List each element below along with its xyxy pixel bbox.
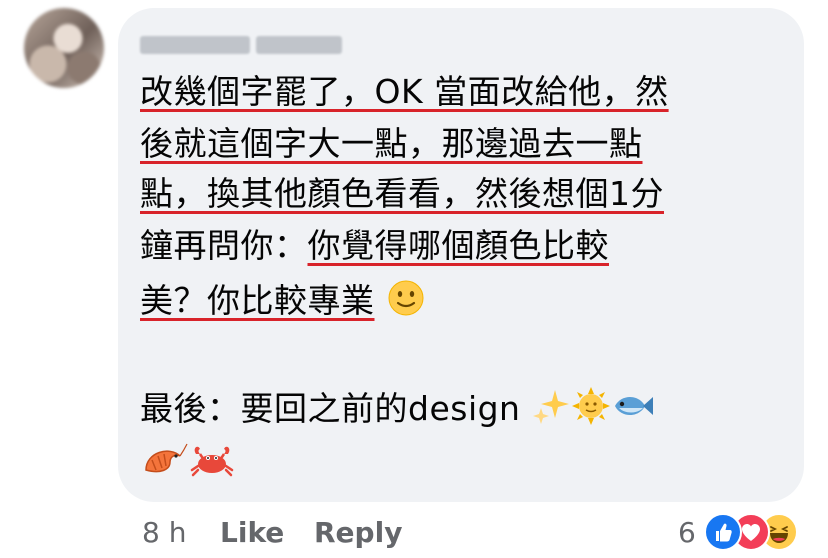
comment-line-4: 鐘再問你：你覺得哪個顏色比較 — [140, 226, 609, 266]
comment-timestamp[interactable]: 8 h — [142, 516, 186, 550]
author-first-name-blur — [140, 36, 250, 54]
shrimp-icon — [140, 440, 188, 489]
slightly-smiling-face-icon — [386, 278, 426, 327]
comment-line-3-text: 點，換其他顏色看看，然後想個1分 — [140, 174, 664, 213]
reaction-summary[interactable] — [704, 513, 814, 553]
comment-line-5: 美？你比較專業 — [140, 278, 426, 327]
reaction-count[interactable]: 6 — [678, 516, 696, 550]
like-button[interactable]: Like — [220, 516, 284, 550]
comment-line-6-text: 最後：要回之前的design — [140, 389, 521, 428]
sun-with-face-icon — [571, 386, 611, 435]
fish-icon — [611, 386, 655, 435]
comment-line-1: 改幾個字罷了，OK 當面改給他，然 — [140, 72, 669, 111]
author-last-name-blur — [256, 36, 342, 54]
comment-line-2: 後就這個字大一點，那邊過去一點 — [140, 124, 643, 163]
reply-button[interactable]: Reply — [314, 516, 402, 550]
comment-line-7 — [140, 440, 236, 489]
author-avatar[interactable] — [24, 8, 104, 88]
comment-line-6: 最後：要回之前的design — [140, 386, 655, 435]
comment-line-4-prefix: 鐘再問你： — [140, 226, 308, 265]
sparkles-icon — [531, 386, 571, 435]
comment-line-4-underlined: 你覺得哪個顏色比較 — [307, 226, 609, 265]
crab-icon — [188, 440, 236, 489]
comment-line-5-text: 美？你比較專業 — [140, 281, 375, 320]
author-name-blurred[interactable] — [140, 30, 350, 60]
comment-line-3: 點，換其他顏色看看，然後想個1分 — [140, 174, 664, 214]
like-reaction-icon — [704, 513, 742, 551]
